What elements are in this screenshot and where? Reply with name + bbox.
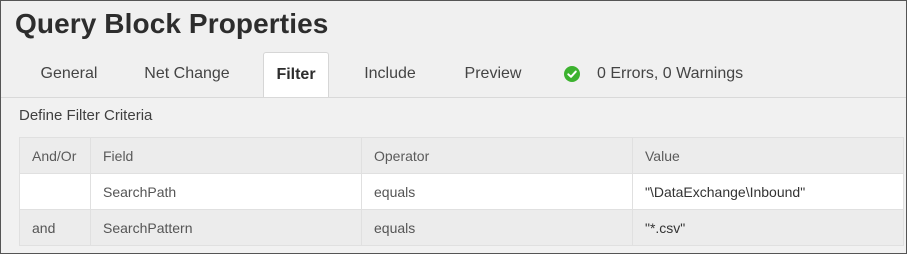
status-text: 0 Errors, 0 Warnings <box>597 65 744 82</box>
column-header-field[interactable]: Field <box>90 137 362 174</box>
cell-operator[interactable]: equals <box>361 209 633 246</box>
page-title: Query Block Properties <box>15 8 329 39</box>
tab-net-change[interactable]: Net Change <box>127 52 247 97</box>
check-circle-icon <box>564 66 580 82</box>
tab-general[interactable]: General <box>15 52 123 97</box>
query-block-properties-panel: Query Block Properties General Net Chang… <box>0 0 907 254</box>
tab-bar: General Net Change Filter Include Previe… <box>1 52 906 99</box>
validation-status: 0 Errors, 0 Warnings <box>564 52 743 96</box>
grid-header-row: And/Or Field Operator Value <box>19 137 904 174</box>
cell-field[interactable]: SearchPattern <box>90 209 362 246</box>
cell-value[interactable]: "\DataExchange\Inbound" <box>632 173 904 210</box>
filter-tab-content: Define Filter Criteria And/Or Field Oper… <box>1 98 906 253</box>
tab-filter[interactable]: Filter <box>263 52 329 99</box>
filter-criteria-grid: And/Or Field Operator Value SearchPath e… <box>19 137 904 246</box>
table-row[interactable]: and SearchPattern equals "*.csv" <box>19 209 904 246</box>
cell-field[interactable]: SearchPath <box>90 173 362 210</box>
tab-include[interactable]: Include <box>343 52 437 97</box>
table-row[interactable]: SearchPath equals "\DataExchange\Inbound… <box>19 173 904 210</box>
column-header-value[interactable]: Value <box>632 137 904 174</box>
cell-value[interactable]: "*.csv" <box>632 209 904 246</box>
column-header-operator[interactable]: Operator <box>361 137 633 174</box>
section-label: Define Filter Criteria <box>19 107 153 124</box>
cell-operator[interactable]: equals <box>361 173 633 210</box>
column-header-and-or[interactable]: And/Or <box>19 137 91 174</box>
cell-and-or[interactable] <box>19 173 91 210</box>
tab-preview[interactable]: Preview <box>445 52 541 97</box>
cell-and-or[interactable]: and <box>19 209 91 246</box>
